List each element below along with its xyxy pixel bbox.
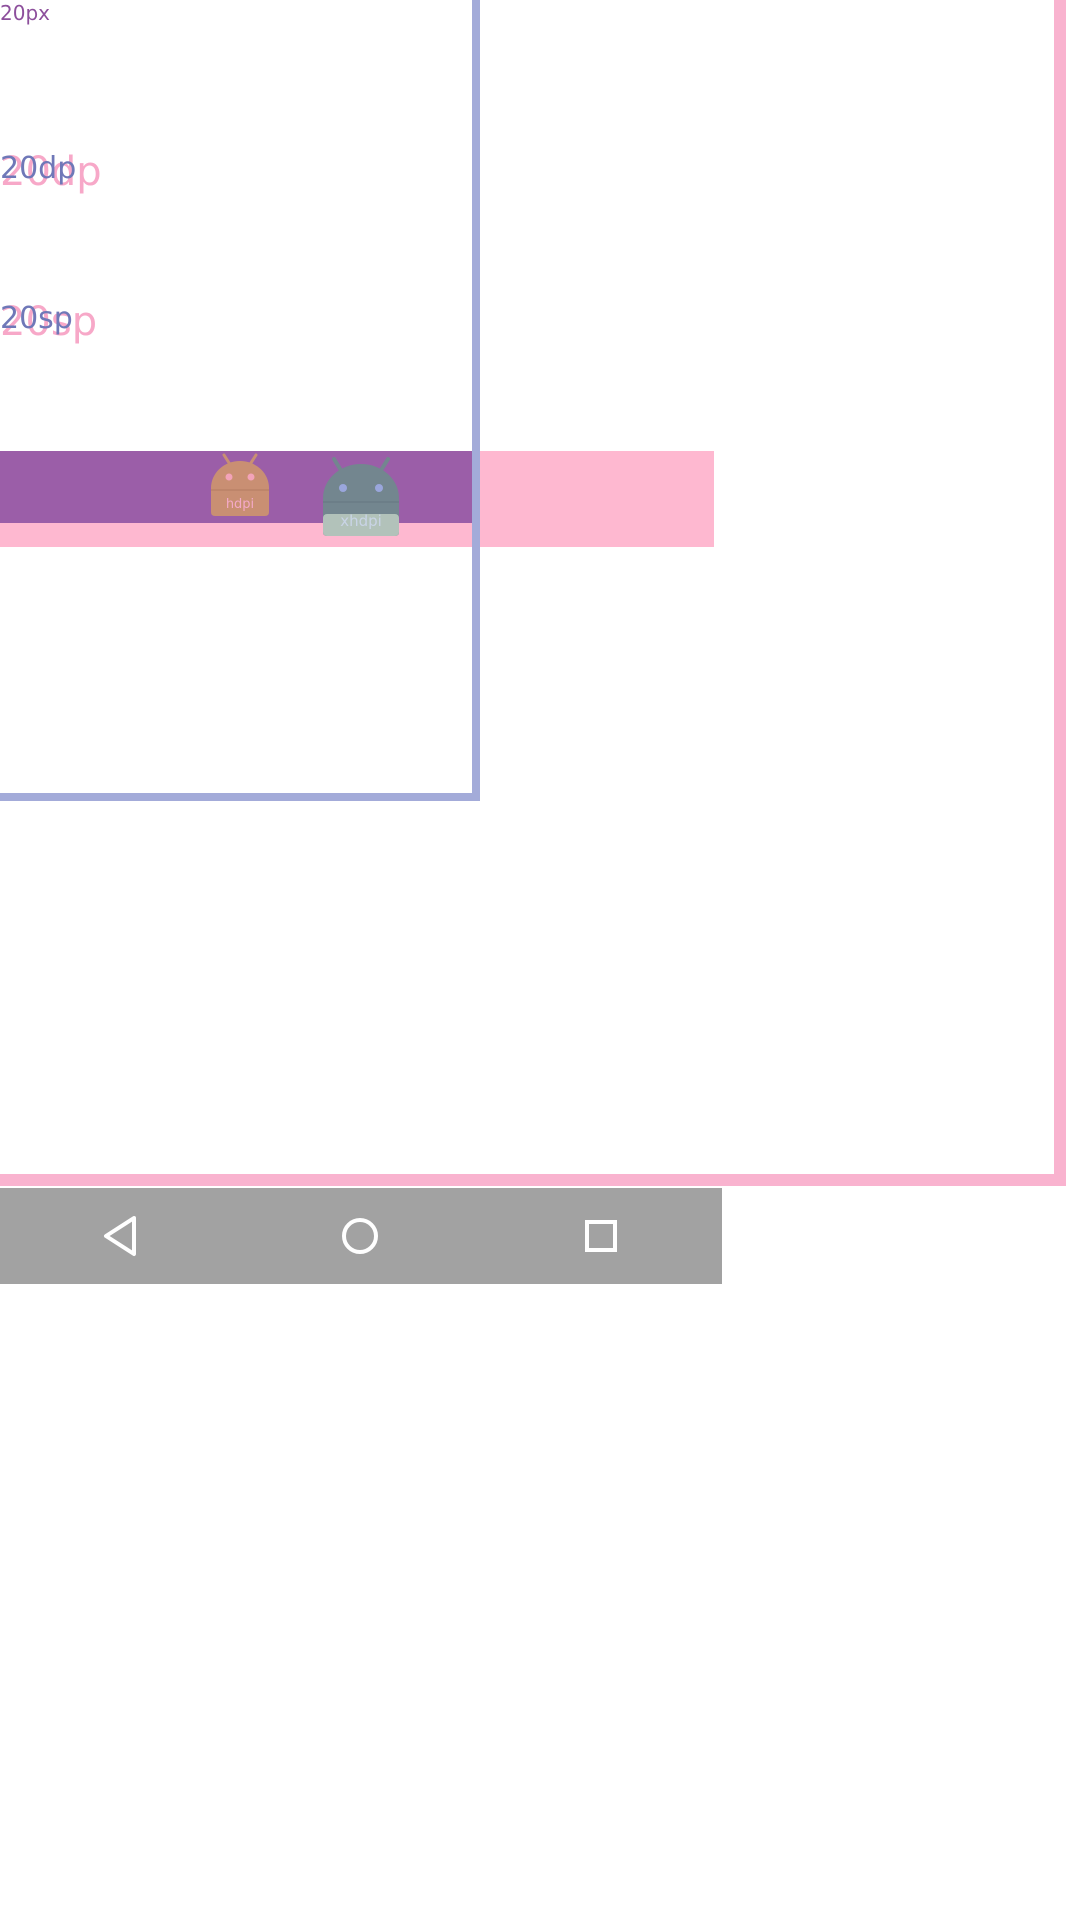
nav-recents-button[interactable] (553, 1188, 649, 1284)
navigation-bar (0, 1188, 722, 1284)
android-xhdpi-icon: xhdpi (320, 456, 402, 538)
label-20sp: 20sp (0, 301, 73, 336)
xhdpi-label: xhdpi (340, 512, 382, 530)
home-circle-icon (342, 1218, 378, 1254)
hdpi-label: hdpi (225, 497, 255, 512)
nav-home-button[interactable] (312, 1188, 408, 1284)
label-20dp: 20dp (0, 151, 77, 186)
blue-layout-frame (0, 0, 480, 801)
label-20px: 20px (0, 1, 50, 25)
recents-square-icon (585, 1220, 617, 1252)
back-triangle-icon (104, 1216, 136, 1256)
nav-back-button[interactable] (72, 1188, 168, 1284)
android-hdpi-icon: hdpi (206, 452, 274, 518)
